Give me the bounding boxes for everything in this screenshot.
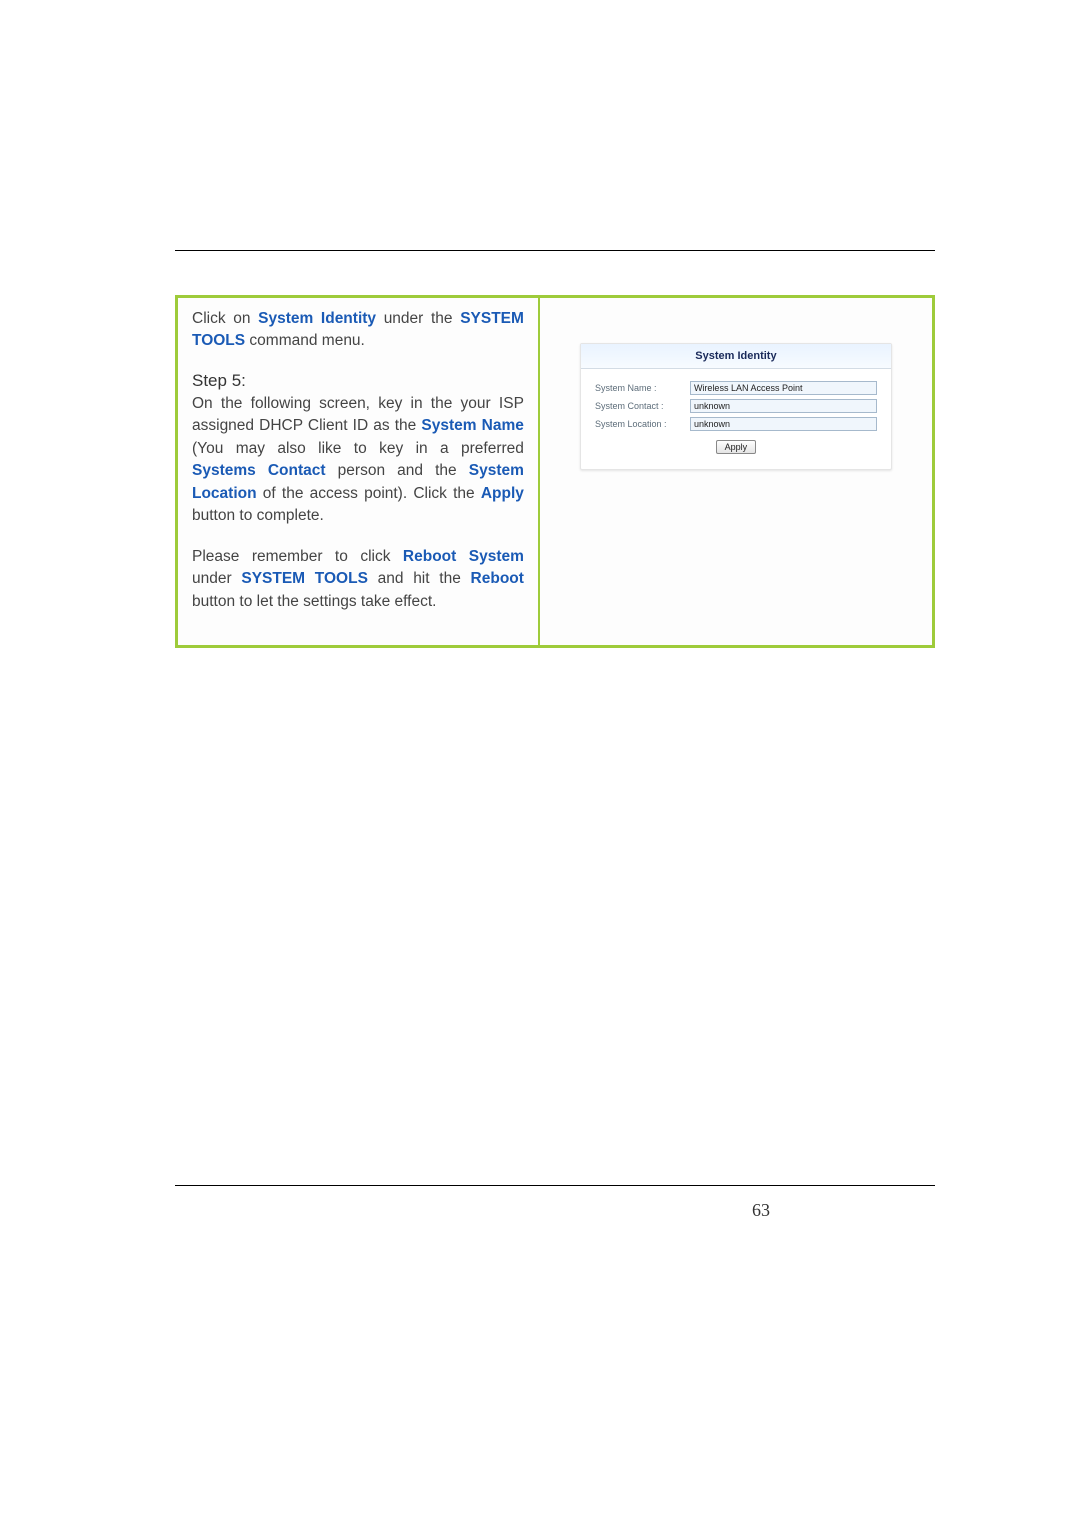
input-system-name[interactable] (690, 381, 877, 395)
apply-button-row: Apply (595, 437, 877, 455)
bottom-horizontal-rule (175, 1185, 935, 1186)
system-identity-panel: System Identity System Name : System Con… (580, 343, 892, 470)
apply-button[interactable]: Apply (716, 440, 757, 454)
keyword-systems-contact: Systems Contact (192, 462, 326, 479)
text: button to let the settings take effect. (192, 593, 436, 610)
panel-body: System Name : System Contact : System Lo… (581, 369, 891, 469)
form-row-system-location: System Location : (595, 417, 877, 431)
label-system-contact: System Contact : (595, 401, 690, 411)
text: of the access point). Click the (263, 485, 481, 502)
form-row-system-name: System Name : (595, 381, 877, 395)
page-number: 63 (752, 1200, 770, 1221)
text: Click on (192, 310, 258, 327)
label-system-name: System Name : (595, 383, 690, 393)
text: command menu. (249, 332, 364, 349)
text: and hit the (378, 570, 471, 587)
keyword-system-tools-2: SYSTEM TOOLS (241, 570, 368, 587)
keyword-apply: Apply (481, 485, 524, 502)
input-system-contact[interactable] (690, 399, 877, 413)
text: Please remember to click (192, 548, 403, 565)
text: (You may also like to key in a preferred (192, 440, 524, 457)
page-content: Click on System Identity under the SYSTE… (175, 245, 935, 648)
instruction-paragraph-3: Please remember to click Reboot System u… (192, 546, 524, 613)
screenshot-column: System Identity System Name : System Con… (540, 298, 932, 645)
keyword-reboot-system: Reboot System (403, 548, 524, 565)
text: under (192, 570, 241, 587)
text: button to complete. (192, 507, 324, 524)
text: under the (384, 310, 461, 327)
instruction-paragraph-1: Click on System Identity under the SYSTE… (192, 308, 524, 353)
step-heading: Step 5: (192, 371, 524, 391)
form-row-system-contact: System Contact : (595, 399, 877, 413)
input-system-location[interactable] (690, 417, 877, 431)
keyword-system-name: System Name (421, 417, 523, 434)
instructions-column: Click on System Identity under the SYSTE… (178, 298, 540, 645)
label-system-location: System Location : (595, 419, 690, 429)
panel-title: System Identity (581, 344, 891, 369)
text: person and the (338, 462, 469, 479)
keyword-reboot: Reboot (471, 570, 524, 587)
instruction-box: Click on System Identity under the SYSTE… (175, 295, 935, 648)
instruction-paragraph-2: On the following screen, key in the your… (192, 393, 524, 528)
keyword-system-identity: System Identity (258, 310, 376, 327)
